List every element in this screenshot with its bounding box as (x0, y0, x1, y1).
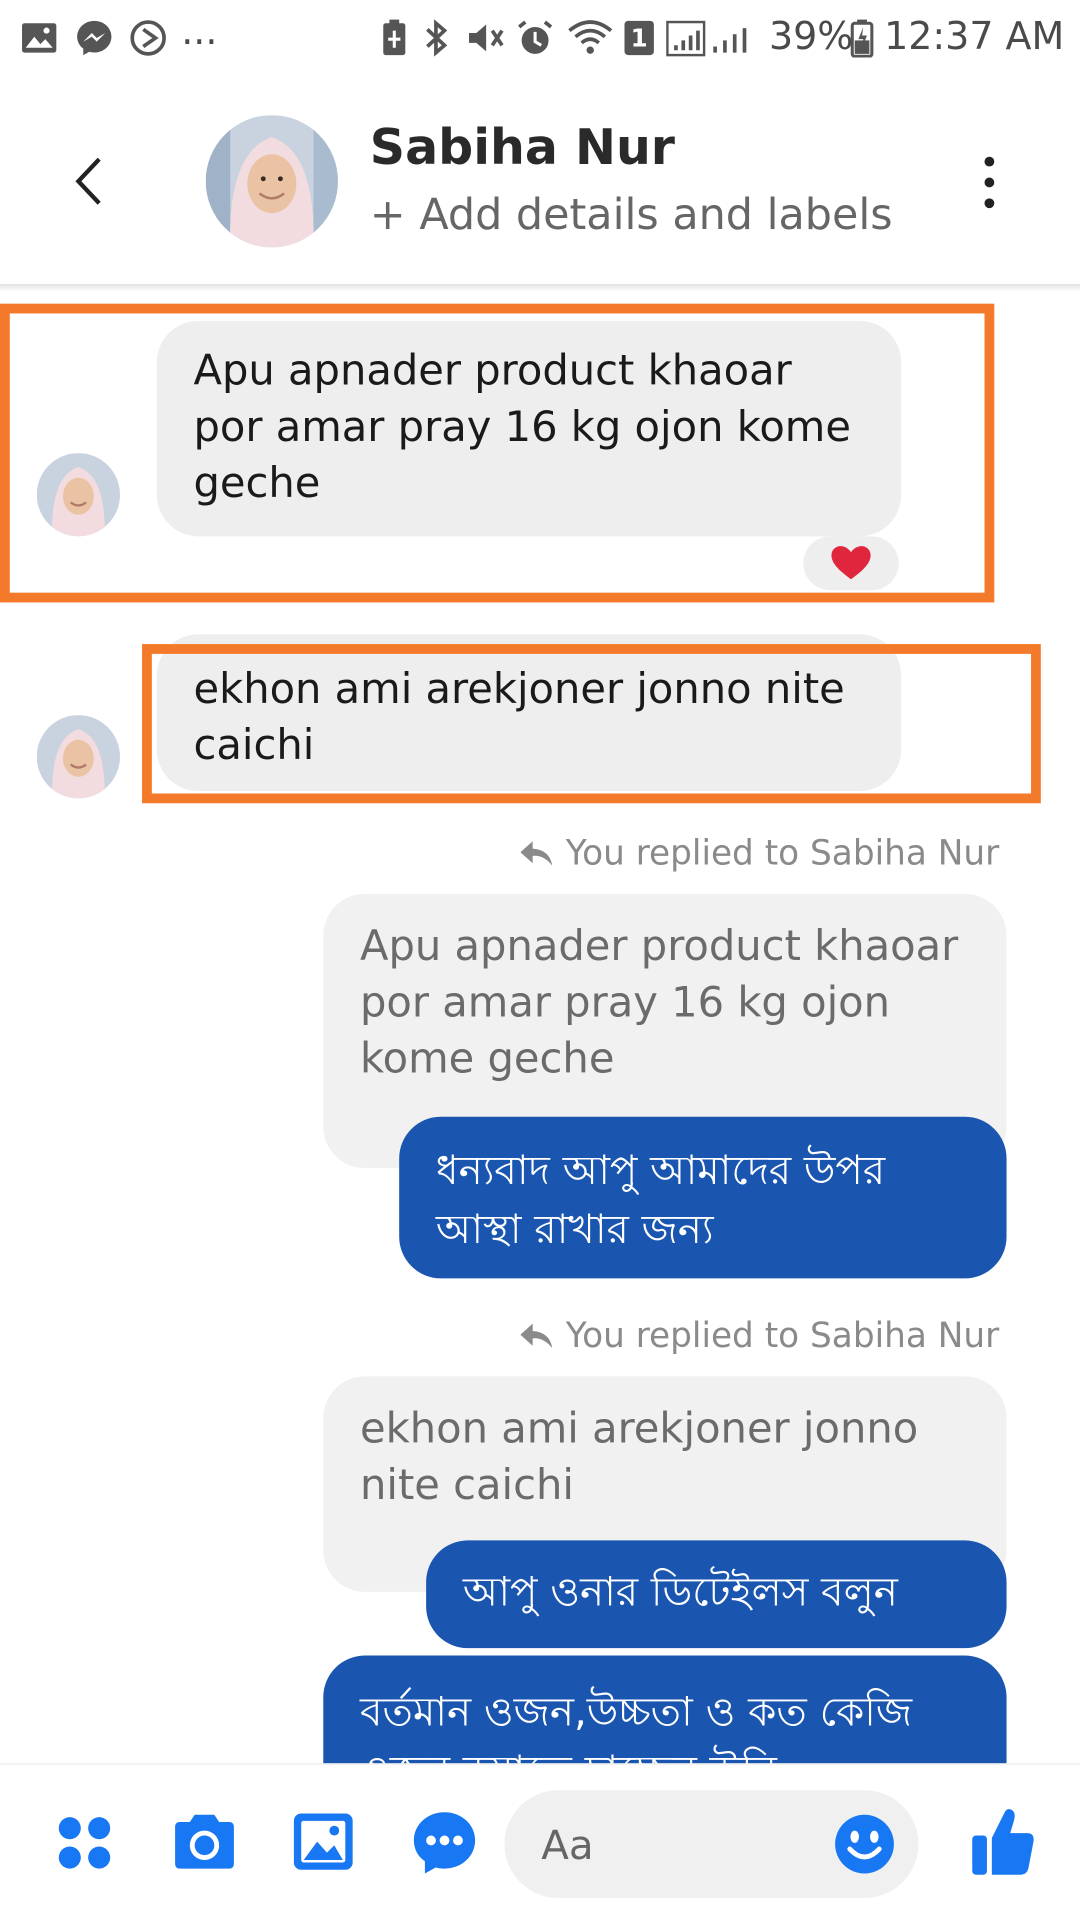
contact-name[interactable]: Sabiha Nur (370, 120, 675, 176)
gallery-icon (20, 17, 59, 59)
signal-icon (666, 17, 759, 59)
messenger-icon (73, 17, 115, 59)
vibrate-icon (463, 17, 507, 59)
contact-avatar[interactable] (205, 115, 338, 248)
battery-percent: 39% (768, 14, 854, 59)
battery-icon (849, 17, 876, 59)
bluetooth-icon (419, 17, 453, 59)
notification-overflow: ... (181, 9, 218, 54)
message-input[interactable] (541, 1790, 811, 1898)
apps-icon (58, 1817, 111, 1869)
outgoing-message[interactable]: আপু ওনার ডিটেইলস বলুন (426, 1540, 1007, 1649)
wifi-icon (566, 17, 615, 59)
emoji-button[interactable] (833, 1812, 897, 1876)
add-details-link[interactable]: + Add details and labels (370, 191, 893, 240)
like-button[interactable] (967, 1805, 1038, 1878)
alarm-icon (514, 17, 556, 59)
apps-button[interactable] (54, 1812, 115, 1873)
incoming-message[interactable]: Apu apnader product khaoar por amar pray… (156, 320, 902, 537)
reply-indicator: You replied to Sabiha Nur (519, 833, 999, 873)
reply-indicator: You replied to Sabiha Nur (519, 1315, 1000, 1356)
more-vertical-icon (984, 156, 995, 167)
chevron-left-icon (75, 157, 101, 205)
camera-button[interactable] (169, 1810, 240, 1874)
more-options-button[interactable] (967, 152, 1011, 213)
reply-icon (520, 1323, 553, 1348)
back-button[interactable] (59, 144, 118, 217)
message-reaction[interactable] (803, 536, 899, 591)
chat-button[interactable] (409, 1807, 480, 1878)
status-bar: ... 1 39% 12:37 AM (0, 0, 1080, 76)
thumbs-up-icon (972, 1809, 1034, 1875)
heart-icon (831, 546, 871, 580)
sim-slot-label: 1 (630, 23, 648, 53)
header-divider (0, 284, 1080, 292)
sender-avatar[interactable] (36, 715, 121, 799)
camera-icon (175, 1814, 234, 1869)
reply-label: You replied to Sabiha Nur (565, 1315, 1000, 1356)
highlight-box (142, 644, 1041, 804)
emoji-icon (835, 1814, 894, 1874)
gallery-button[interactable] (291, 1810, 355, 1874)
outgoing-message[interactable]: ধন্যবাদ আপু আমাদের উপর আস্থা রাখার জন্য (399, 1116, 1007, 1279)
sim-icon: 1 (622, 17, 656, 59)
sync-icon (127, 17, 169, 59)
clock: 12:37 AM (884, 14, 1065, 59)
sender-avatar[interactable] (36, 453, 121, 537)
photo-icon (293, 1813, 353, 1870)
chat-bubble-icon (413, 1812, 476, 1874)
reply-label: You replied to Sabiha Nur (565, 832, 1000, 874)
reply-icon (520, 840, 553, 866)
battery-saver-icon (377, 17, 411, 59)
chat-header (0, 75, 1080, 287)
